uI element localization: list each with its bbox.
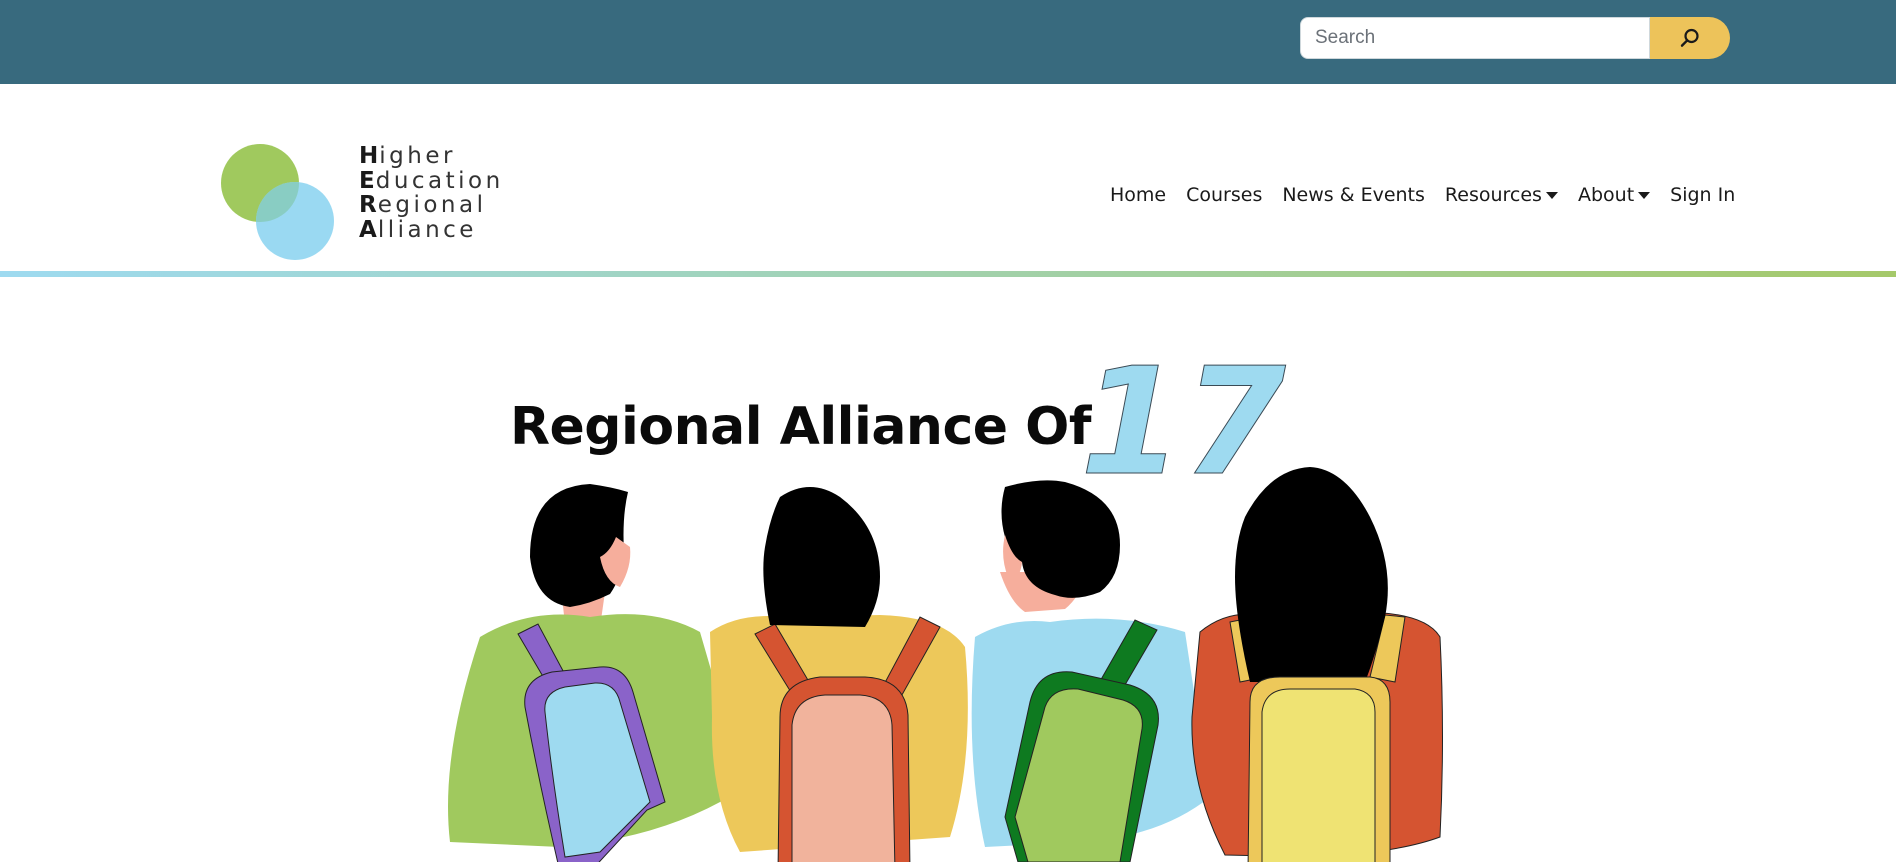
top-bar <box>0 0 1896 84</box>
nav-resources-dropdown[interactable]: Resources <box>1445 184 1558 206</box>
logo-wordmark: Higher Education Regional Alliance <box>359 144 504 242</box>
student-girl-yellow <box>710 487 968 862</box>
logo-line: Higher <box>359 143 456 169</box>
search-bar <box>1300 17 1730 59</box>
main-nav: Home Courses News & Events Resources Abo… <box>1110 184 1735 206</box>
student-boy-blue <box>971 480 1210 862</box>
nav-courses[interactable]: Courses <box>1186 184 1262 206</box>
hera-logo[interactable]: Higher Education Regional Alliance <box>220 144 520 268</box>
search-input[interactable] <box>1300 17 1650 59</box>
search-button[interactable] <box>1650 17 1730 59</box>
caret-down-icon <box>1638 191 1651 199</box>
logo-line: Regional <box>359 192 487 218</box>
caret-down-icon <box>1545 191 1558 199</box>
nav-about-dropdown[interactable]: About <box>1578 184 1651 206</box>
logo-line: Education <box>359 167 504 194</box>
student-girl-orange <box>1191 467 1443 862</box>
nav-home[interactable]: Home <box>1110 184 1166 206</box>
students-illustration <box>448 467 1443 862</box>
logo-overlap <box>256 182 299 222</box>
nav-sign-in[interactable]: Sign In <box>1670 184 1735 206</box>
search-icon <box>1680 28 1699 47</box>
logo-line: Alliance <box>359 216 477 243</box>
nav-news-events[interactable]: News & Events <box>1282 184 1425 206</box>
hero-section: Regional Alliance Of 17 <box>0 277 1896 862</box>
hero-title: Regional Alliance Of <box>510 397 1091 457</box>
site-header: Higher Education Regional Alliance Home … <box>0 84 1896 272</box>
student-boy-green <box>448 484 745 862</box>
